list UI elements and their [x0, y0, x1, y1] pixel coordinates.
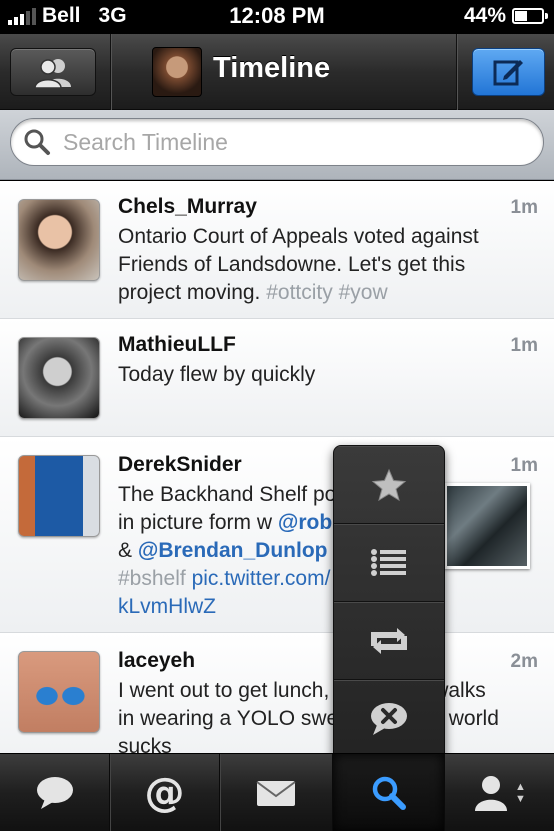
tweet-author[interactable]: MathieuLLF: [118, 333, 236, 357]
search-bar: [0, 110, 554, 180]
tweet-text: Today flew by quickly: [118, 363, 316, 386]
hashtag[interactable]: #bshelf: [118, 567, 186, 590]
account-switch-arrows-icon[interactable]: ▲ ▼: [515, 781, 526, 805]
tweet-text: Ontario Court of Appeals voted against F…: [118, 225, 479, 304]
photo-link[interactable]: pic.twitter.com/: [192, 567, 331, 590]
favorite-icon: [371, 468, 407, 501]
lists-menu-item[interactable]: [334, 524, 444, 602]
tweet-time: 1m: [510, 335, 538, 356]
battery-percent: 44%: [463, 4, 506, 27]
tweet-time: 1m: [510, 197, 538, 218]
tweet-author[interactable]: laceyeh: [118, 649, 195, 673]
page-title: Timeline: [213, 52, 331, 84]
tweet-text: I went out to get lunch, and a guy walks…: [118, 679, 499, 754]
photo-thumbnail[interactable]: [444, 483, 530, 569]
tweet-item[interactable]: DerekSnider 1m The Backhand Shelf podcas…: [0, 437, 554, 633]
hashtag[interactable]: #ottcity: [266, 281, 333, 304]
tweet-time: 1m: [510, 455, 538, 476]
profile-avatar[interactable]: [152, 47, 202, 97]
search-input[interactable]: [63, 128, 503, 156]
tweet-item[interactable]: MathieuLLF 1m Today flew by quickly: [0, 319, 554, 437]
speech-bubble-icon: [36, 777, 73, 809]
list-icon: [371, 548, 406, 576]
avatar[interactable]: [18, 199, 100, 281]
accounts-button[interactable]: [10, 48, 96, 96]
tweet-item[interactable]: laceyeh 2m I went out to get lunch, and …: [0, 633, 554, 754]
at-sign-icon: @: [144, 770, 185, 816]
search-icon: [24, 129, 50, 155]
tweet-author[interactable]: DerekSnider: [118, 453, 242, 477]
battery-icon: [512, 8, 548, 24]
compose-button[interactable]: [472, 48, 545, 96]
tab-search[interactable]: [333, 754, 445, 831]
status-bar: Bell 3G 12:08 PM 44%: [0, 0, 554, 34]
avatar[interactable]: [18, 455, 100, 537]
timeline-list: Chels_Murray 1m Ontario Court of Appeals…: [0, 181, 554, 754]
accounts-icon: [34, 59, 71, 88]
mention-link[interactable]: @Brendan_Dunlop: [138, 539, 328, 562]
replies-menu-item[interactable]: [334, 680, 444, 758]
tab-mentions[interactable]: @: [110, 754, 220, 831]
retweets-menu-item[interactable]: [334, 602, 444, 680]
user-icon: [475, 776, 508, 811]
tweet-item[interactable]: Chels_Murray 1m Ontario Court of Appeals…: [0, 181, 554, 319]
search-icon: [372, 776, 406, 810]
search-options-popover: [333, 445, 445, 777]
reply-icon: [371, 703, 407, 735]
avatar[interactable]: [18, 337, 100, 419]
retweet-icon: [371, 627, 407, 654]
tab-bar: @ ▲ ▼: [0, 753, 554, 831]
tweet-author[interactable]: Chels_Murray: [118, 195, 257, 219]
tab-messages[interactable]: [220, 754, 333, 831]
avatar[interactable]: [18, 651, 100, 733]
favorites-menu-item[interactable]: [334, 446, 444, 524]
tweet-time: 2m: [510, 651, 538, 672]
envelope-icon: [256, 781, 296, 806]
hashtag[interactable]: #yow: [339, 281, 388, 304]
nav-bar: Timeline: [0, 34, 554, 110]
tab-timeline[interactable]: [0, 754, 110, 831]
tab-account[interactable]: ▲ ▼: [445, 754, 554, 831]
compose-icon: [493, 60, 523, 86]
search-field[interactable]: [10, 118, 544, 166]
